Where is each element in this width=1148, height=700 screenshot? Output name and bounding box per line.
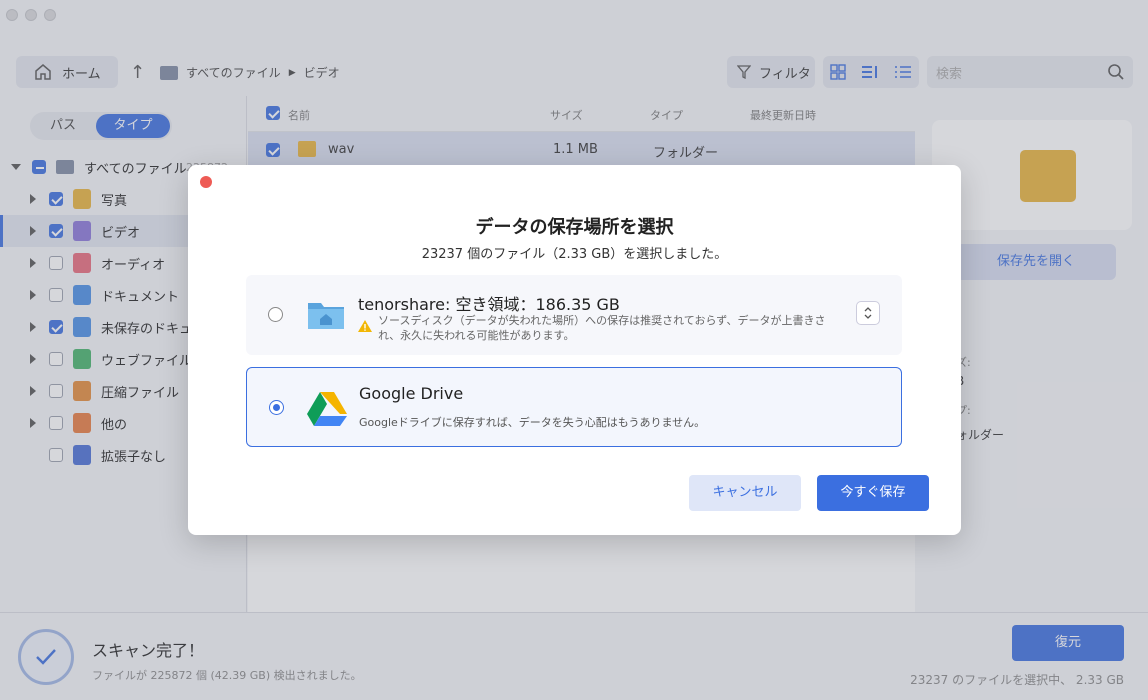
option-local-disk[interactable]: tenorshare: 空き領域：186.35 GB ソースディスク（データが失… xyxy=(246,275,902,355)
cancel-button[interactable]: キャンセル xyxy=(689,475,801,511)
option-title: tenorshare: 空き領域：186.35 GB xyxy=(358,295,620,314)
dialog-title: データの保存場所を選択 xyxy=(475,217,674,238)
home-folder-icon xyxy=(308,303,344,329)
save-location-dialog: データの保存場所を選択 23237 個のファイル（2.33 GB）を選択しました… xyxy=(188,165,961,535)
radio-local-disk[interactable] xyxy=(268,307,283,322)
option-warning-text: ソースディスク（データが失われた場所）への保存は推奨されておらず、データが上書き… xyxy=(378,314,826,342)
save-now-button[interactable]: 今すぐ保存 xyxy=(817,475,929,511)
radio-google-drive[interactable] xyxy=(269,400,284,415)
drive-select-stepper[interactable] xyxy=(856,301,880,325)
google-drive-icon xyxy=(307,392,347,426)
up-down-chevron-icon xyxy=(864,307,872,319)
dialog-close-button[interactable] xyxy=(200,176,212,188)
warning-icon xyxy=(358,320,372,332)
dialog-subtitle: 23237 個のファイル（2.33 GB）を選択しました。 xyxy=(421,247,728,262)
option-description: Googleドライブに保存すれば、データを失う心配はもうありません。 xyxy=(359,416,706,429)
option-title: Google Drive xyxy=(359,384,464,403)
option-google-drive[interactable]: Google Drive Googleドライブに保存すれば、データを失う心配はも… xyxy=(246,367,902,447)
option-warning: ソースディスク（データが失われた場所）への保存は推奨されておらず、データが上書き… xyxy=(358,313,838,343)
